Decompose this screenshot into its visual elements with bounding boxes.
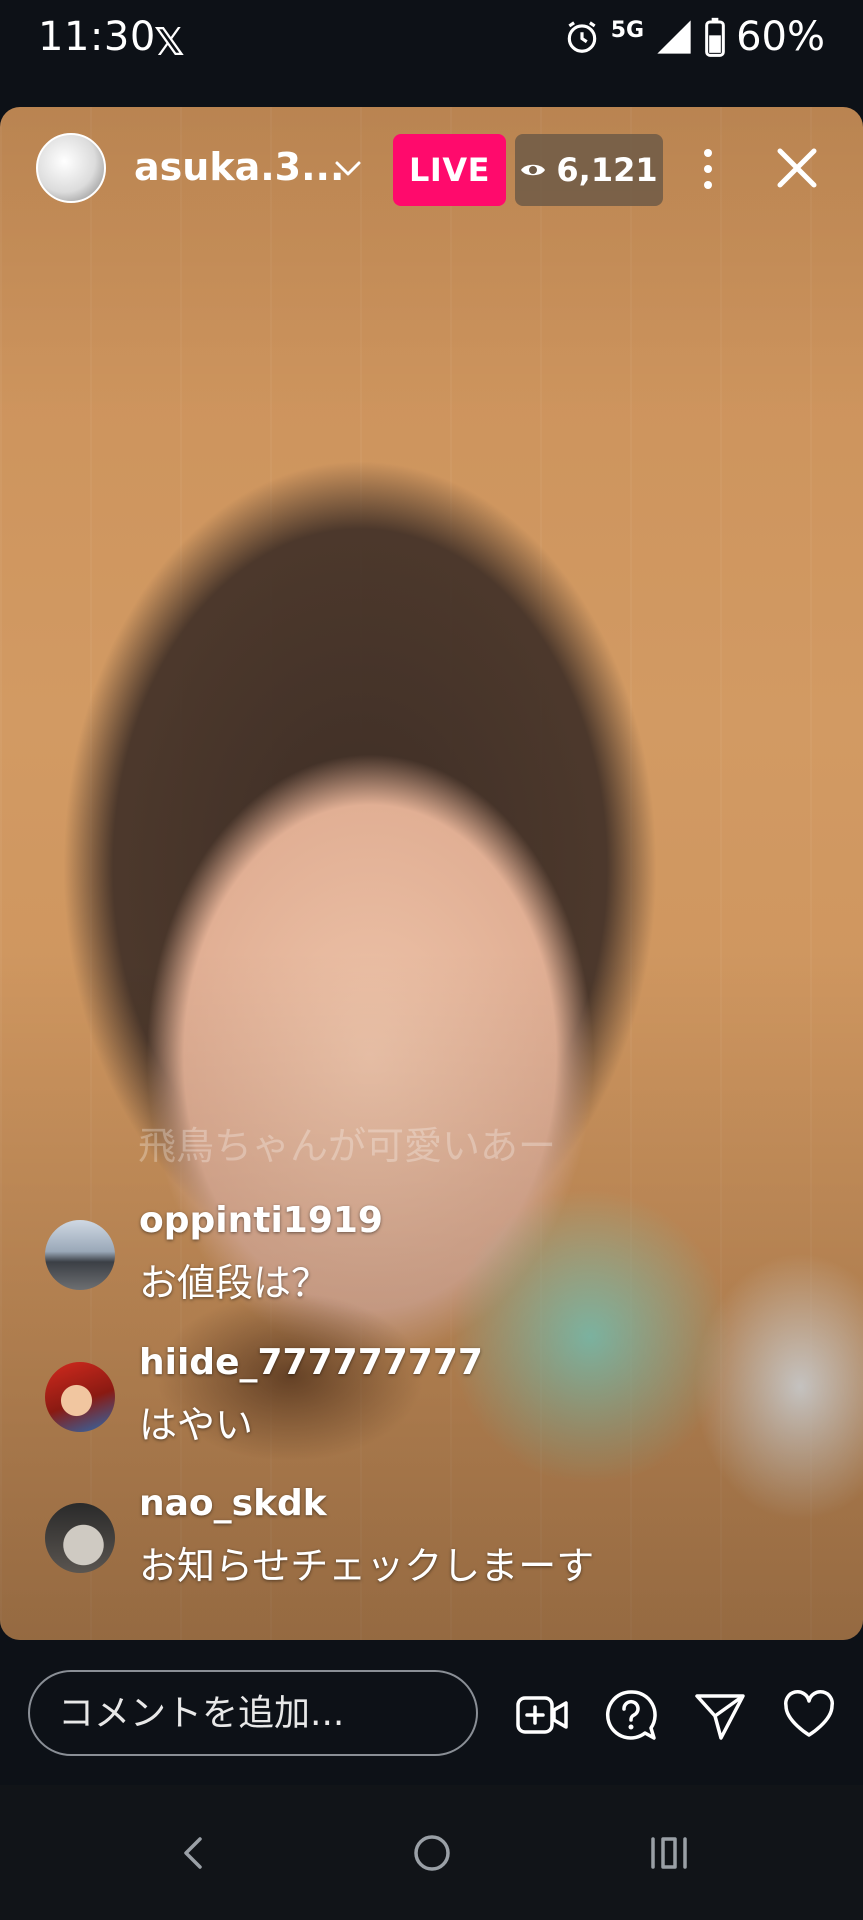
viewer-count-value: 6,121 bbox=[556, 151, 658, 189]
comment-item: oppinti1919 お値段は？ bbox=[45, 1200, 745, 1320]
eye-icon bbox=[521, 164, 546, 176]
battery-percent: 60% bbox=[736, 14, 825, 60]
more-options-icon[interactable] bbox=[694, 139, 722, 199]
question-icon[interactable] bbox=[604, 1688, 658, 1742]
network-label: 5G bbox=[610, 17, 645, 43]
close-icon[interactable] bbox=[772, 143, 822, 193]
commenter-avatar[interactable] bbox=[45, 1220, 115, 1290]
recents-icon[interactable] bbox=[645, 1829, 693, 1877]
battery-icon bbox=[705, 17, 725, 57]
x-app-icon: 𝕏 bbox=[154, 20, 185, 64]
comment-text: お知らせチェックしまーす bbox=[139, 1544, 595, 1588]
status-time: 11:30 bbox=[38, 14, 156, 60]
send-icon[interactable] bbox=[693, 1688, 747, 1742]
comment-bar bbox=[0, 1640, 863, 1785]
back-icon[interactable] bbox=[170, 1829, 218, 1877]
home-icon[interactable] bbox=[408, 1829, 456, 1877]
commenter-username[interactable]: hiide_777777777 bbox=[139, 1342, 483, 1383]
comment-input[interactable] bbox=[28, 1670, 478, 1756]
status-bar: 11:30 𝕏 5G 60% bbox=[0, 0, 863, 80]
faded-comment: 飛鳥ちゃんが可愛いあー bbox=[138, 1124, 557, 1168]
live-video[interactable]: asuka.3... LIVE 6,121 飛鳥ちゃんが可愛いあー oppint… bbox=[0, 107, 863, 1640]
commenter-username[interactable]: oppinti1919 bbox=[139, 1200, 383, 1241]
status-indicators: 5G 60% bbox=[563, 14, 825, 60]
commenter-avatar[interactable] bbox=[45, 1503, 115, 1573]
heart-icon[interactable] bbox=[782, 1688, 836, 1742]
live-badge: LIVE bbox=[393, 134, 506, 206]
viewer-count[interactable]: 6,121 bbox=[515, 134, 663, 206]
commenter-avatar[interactable] bbox=[45, 1362, 115, 1432]
host-avatar[interactable] bbox=[36, 133, 106, 203]
signal-icon bbox=[657, 20, 691, 54]
live-header: asuka.3... LIVE 6,121 bbox=[0, 107, 863, 232]
add-video-icon[interactable] bbox=[515, 1688, 569, 1742]
comment-text: お値段は？ bbox=[139, 1261, 330, 1305]
alarm-icon bbox=[567, 21, 596, 53]
comment-item: hiide_777777777 はやい bbox=[45, 1342, 745, 1462]
comment-text: はやい bbox=[139, 1403, 254, 1447]
comment-item: nao_skdk お知らせチェックしまーす bbox=[45, 1483, 745, 1603]
chevron-down-icon[interactable] bbox=[334, 159, 362, 179]
host-username[interactable]: asuka.3... bbox=[134, 145, 344, 189]
system-nav-bar bbox=[0, 1785, 863, 1920]
commenter-username[interactable]: nao_skdk bbox=[139, 1483, 327, 1524]
